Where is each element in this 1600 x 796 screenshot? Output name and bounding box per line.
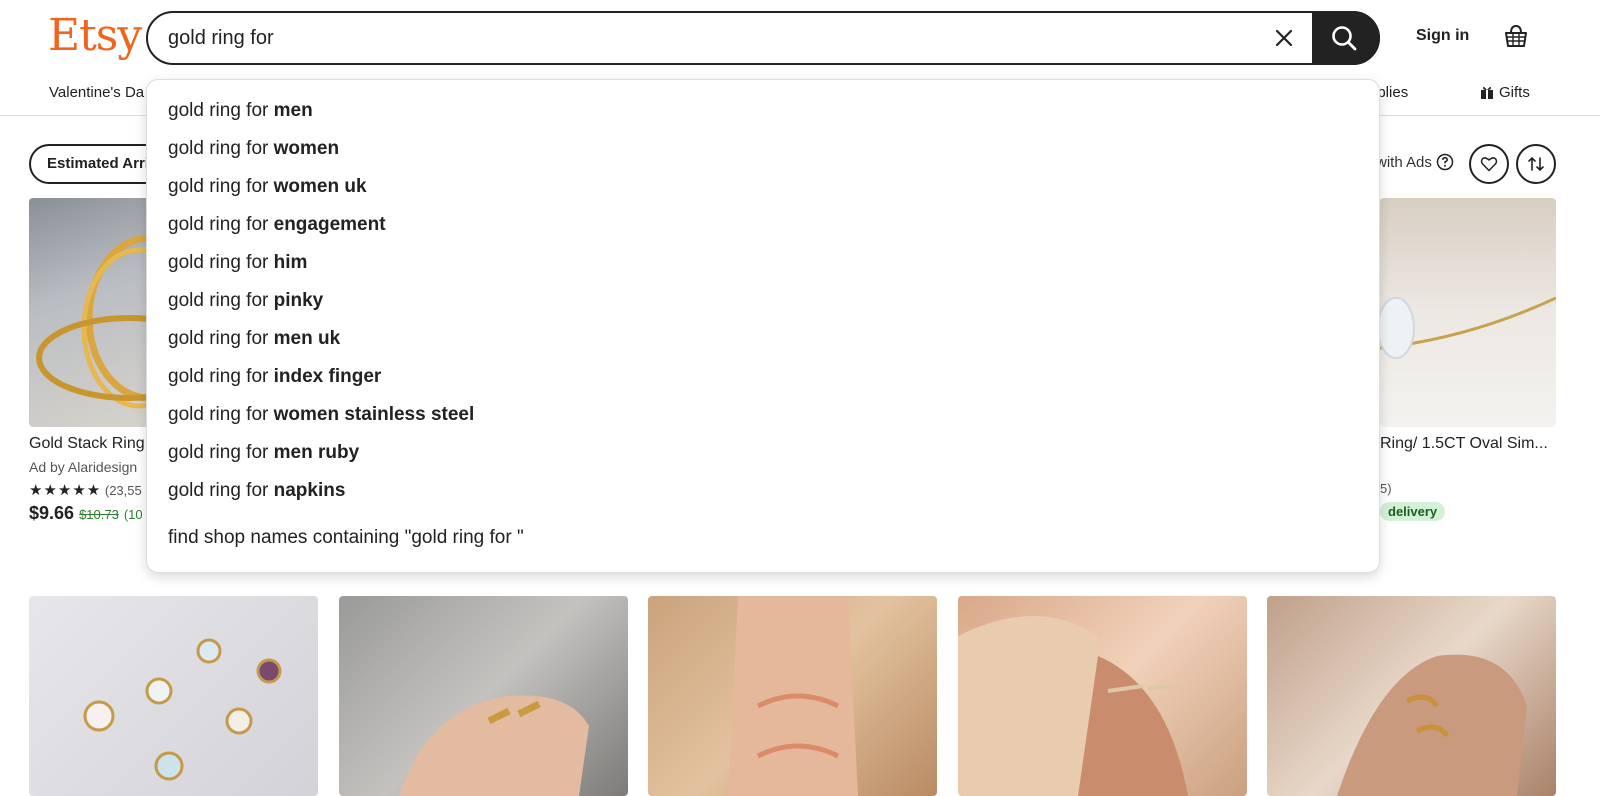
listing-image[interactable] xyxy=(1380,198,1556,427)
suggestion-prefix: gold ring for xyxy=(168,138,269,159)
suggestion-item[interactable]: gold ring for him xyxy=(168,252,307,274)
ads-note-text: with Ads xyxy=(1376,154,1432,171)
ring-illustration xyxy=(1380,296,1556,359)
close-icon xyxy=(1275,29,1293,47)
suggestion-item[interactable]: gold ring for men xyxy=(168,100,313,122)
suggestion-item[interactable]: gold ring for men ruby xyxy=(168,442,359,464)
suggestion-item[interactable]: gold ring for women uk xyxy=(168,176,367,198)
suggestion-completion: women xyxy=(273,138,340,159)
listing-image[interactable] xyxy=(648,596,937,796)
suggestion-item[interactable]: gold ring for women xyxy=(168,138,339,160)
listing-card[interactable]: Ring/ 1.5CT Oval Sim... 5) delivery xyxy=(1380,198,1556,521)
star-rating-icon: ★★★★★ xyxy=(29,482,102,499)
suggestion-completion: women stainless steel xyxy=(273,404,475,425)
search-icon xyxy=(1332,26,1357,51)
ring-illustration xyxy=(83,638,282,781)
etsy-logo[interactable]: Etsy xyxy=(48,10,142,61)
hand-illustration xyxy=(1337,654,1527,796)
search-suggestions-dropdown: gold ring for men gold ring for women go… xyxy=(146,79,1380,573)
suggestion-prefix: gold ring for xyxy=(168,176,269,197)
suggestion-completion: engagement xyxy=(273,214,386,235)
search-button[interactable] xyxy=(1312,11,1380,65)
suggestion-prefix: gold ring for xyxy=(168,100,269,121)
sort-button[interactable] xyxy=(1516,144,1556,184)
sign-in-link[interactable]: Sign in xyxy=(1416,27,1469,45)
favorite-search-button[interactable] xyxy=(1469,144,1509,184)
help-icon[interactable] xyxy=(1436,153,1454,171)
listing-image[interactable] xyxy=(339,596,628,796)
search-box xyxy=(146,11,1380,65)
suggestion-item[interactable]: gold ring for pinky xyxy=(168,290,323,312)
find-shop-names-item[interactable]: find shop names containing "gold ring fo… xyxy=(168,527,524,549)
ads-note: with Ads xyxy=(1376,153,1454,171)
listing-image[interactable] xyxy=(1267,596,1556,796)
site-header: Etsy Sign in xyxy=(0,0,1600,76)
listing-title[interactable]: Ring/ 1.5CT Oval Sim... xyxy=(1380,435,1556,453)
suggestion-item[interactable]: gold ring for men uk xyxy=(168,328,340,350)
suggestion-completion: men uk xyxy=(273,328,341,349)
gifts-label: Gifts xyxy=(1499,84,1530,101)
suggestion-item[interactable]: gold ring for women stainless steel xyxy=(168,404,474,426)
suggestion-prefix: gold ring for xyxy=(168,366,269,387)
discount-percent: (10 xyxy=(123,507,143,522)
search-input[interactable] xyxy=(168,13,1228,63)
suggestion-completion: men ruby xyxy=(273,442,360,463)
listing-image[interactable] xyxy=(958,596,1247,796)
suggestion-prefix: gold ring for xyxy=(168,252,269,273)
nav-item-valentines[interactable]: Valentine's Da xyxy=(49,84,144,101)
delivery-badge: delivery xyxy=(1380,502,1446,521)
suggestion-prefix: gold ring for xyxy=(168,480,269,501)
cart-button[interactable] xyxy=(1502,22,1530,55)
gift-icon xyxy=(1481,86,1493,99)
suggestion-prefix: gold ring for xyxy=(168,442,269,463)
hand-illustration xyxy=(399,695,589,796)
name-ring-illustration xyxy=(728,596,858,796)
hand-illustration xyxy=(958,616,1188,796)
suggestion-completion: him xyxy=(273,252,308,273)
review-count: (23,55 xyxy=(104,483,142,498)
suggestion-completion: pinky xyxy=(273,290,324,311)
shopping-basket-icon xyxy=(1505,24,1527,47)
listing-image[interactable] xyxy=(29,596,318,796)
suggestion-prefix: gold ring for xyxy=(168,214,269,235)
suggestion-item[interactable]: gold ring for engagement xyxy=(168,214,386,236)
sort-icon xyxy=(1528,157,1544,171)
suggestion-completion: napkins xyxy=(273,480,346,501)
suggestion-prefix: gold ring for xyxy=(168,404,269,425)
clear-search-button[interactable] xyxy=(1270,24,1298,52)
suggestion-item[interactable]: gold ring for index finger xyxy=(168,366,381,388)
nav-item-gifts[interactable]: Gifts xyxy=(1480,84,1530,101)
sale-price: $9.66 xyxy=(29,503,75,523)
suggestion-prefix: gold ring for xyxy=(168,328,269,349)
suggestion-completion: index finger xyxy=(273,366,382,387)
heart-icon xyxy=(1480,157,1498,172)
suggestion-completion: men xyxy=(273,100,313,121)
original-price: $10.73 xyxy=(79,507,119,522)
suggestion-item[interactable]: gold ring for napkins xyxy=(168,480,345,502)
suggestion-prefix: gold ring for xyxy=(168,290,269,311)
review-count: 5) xyxy=(1380,481,1392,496)
suggestion-completion: women uk xyxy=(273,176,367,197)
